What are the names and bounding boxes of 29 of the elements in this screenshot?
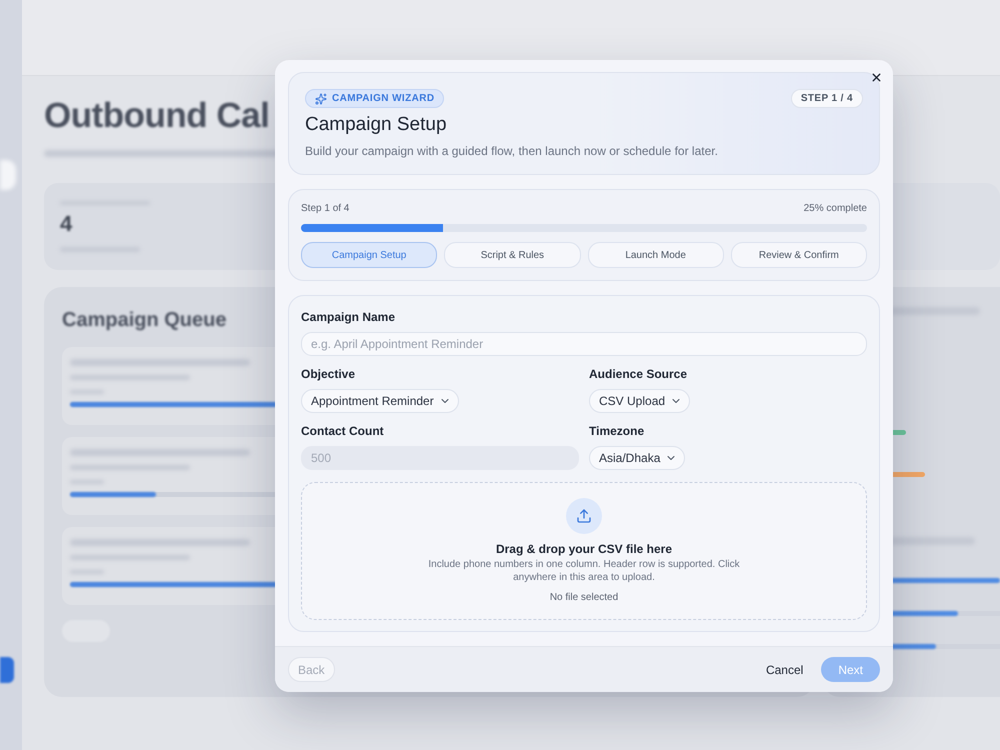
upload-description: Include phone numbers in one column. Header row is supported. Click anywhere in this area to upload. xyxy=(427,558,741,584)
field-label: Timezone xyxy=(589,423,644,439)
dialog-title: Campaign Setup xyxy=(305,113,448,137)
sparkle-icon xyxy=(315,92,327,104)
dialog-subtitle: Build your campaign with a guided flow, then launch now or schedule for later. xyxy=(305,143,719,159)
step-tab[interactable]: Review & Confirm xyxy=(730,242,867,268)
panel-title: Campaign Queue xyxy=(62,308,226,333)
step-badge: STEP 1 / 4 xyxy=(790,89,863,108)
step-tab[interactable]: Script & Rules xyxy=(444,242,580,268)
dropdown[interactable]: Appointment Reminder xyxy=(301,389,459,413)
field-label: Contact Count xyxy=(301,423,384,439)
page-title: Outbound Cal xyxy=(44,95,270,137)
step-tab[interactable]: Launch Mode xyxy=(588,242,724,268)
upload-dropzone[interactable]: Drag & drop your CSV file here Include phone numbers in one column. Header row is supported. Click anywhere in this area to upload. No file selected xyxy=(301,482,867,620)
progress-reading: 25% complete xyxy=(804,202,867,216)
field-label: Audience Source xyxy=(589,366,688,382)
dropdown[interactable]: Asia/Dhaka xyxy=(589,446,686,470)
dropdown[interactable]: CSV Upload xyxy=(589,389,690,413)
upload-icon xyxy=(566,498,602,534)
step-counter: Step 1 of 4 xyxy=(301,202,350,216)
field-label: Campaign Name xyxy=(301,309,396,325)
close-icon xyxy=(870,70,882,84)
sidebar-button[interactable] xyxy=(0,657,14,683)
field-label: Objective xyxy=(301,366,356,382)
upload-title: Drag & drop your CSV file here xyxy=(496,541,672,557)
upload-status: No file selected xyxy=(550,591,618,604)
cancel-button[interactable]: Cancel xyxy=(764,657,806,682)
badge-text: CAMPAIGN WIZARD xyxy=(332,92,434,106)
stat-value: 4 xyxy=(60,211,72,237)
